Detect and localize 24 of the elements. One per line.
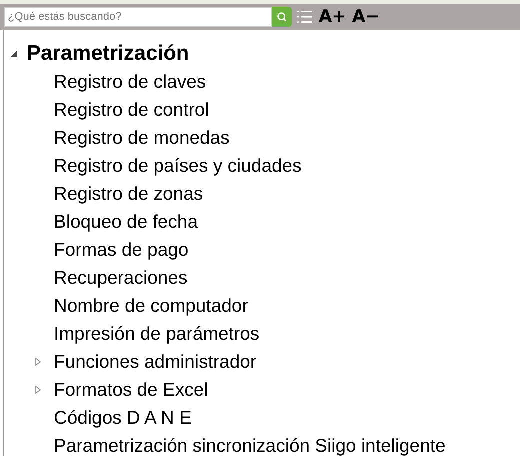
tree-item[interactable]: Funciones administrador xyxy=(54,351,257,373)
search-button[interactable] xyxy=(272,7,292,27)
tree-item[interactable]: Registro de monedas xyxy=(54,127,230,149)
tree-item[interactable]: Formatos de Excel xyxy=(54,379,208,401)
font-size-button[interactable]: A+ xyxy=(318,7,348,27)
tree-item[interactable]: Códigos D A N E xyxy=(54,407,192,429)
font-size-button[interactable]: A− xyxy=(351,7,381,27)
search-field[interactable]: ¿Qué estás buscando? xyxy=(4,7,272,27)
tree-item[interactable]: Registro de control xyxy=(54,99,210,121)
expand-arrow-icon[interactable] xyxy=(34,358,42,366)
tree-item[interactable]: Impresión de parámetros xyxy=(54,323,260,345)
expand-arrow-icon[interactable] xyxy=(34,386,42,394)
list-icon[interactable] xyxy=(296,8,314,26)
tree-item[interactable]: Parametrización sincronización Siigo inteligente xyxy=(54,435,446,456)
tree-item[interactable]: Registro de países y ciudades xyxy=(54,155,302,177)
tree-item[interactable]: Bloqueo de fecha xyxy=(54,211,198,233)
tree-root-item[interactable]: Parametrización xyxy=(27,42,190,66)
tree-item[interactable]: Recuperaciones xyxy=(54,267,188,289)
collapse-arrow-icon[interactable] xyxy=(10,50,18,58)
search-icon xyxy=(277,12,287,22)
tree-item[interactable]: Formas de pago xyxy=(54,239,189,261)
tree-item[interactable]: Registro de zonas xyxy=(54,183,204,205)
tree-item[interactable]: Registro de claves xyxy=(54,71,206,93)
tree-item[interactable]: Nombre de computador xyxy=(54,295,248,317)
